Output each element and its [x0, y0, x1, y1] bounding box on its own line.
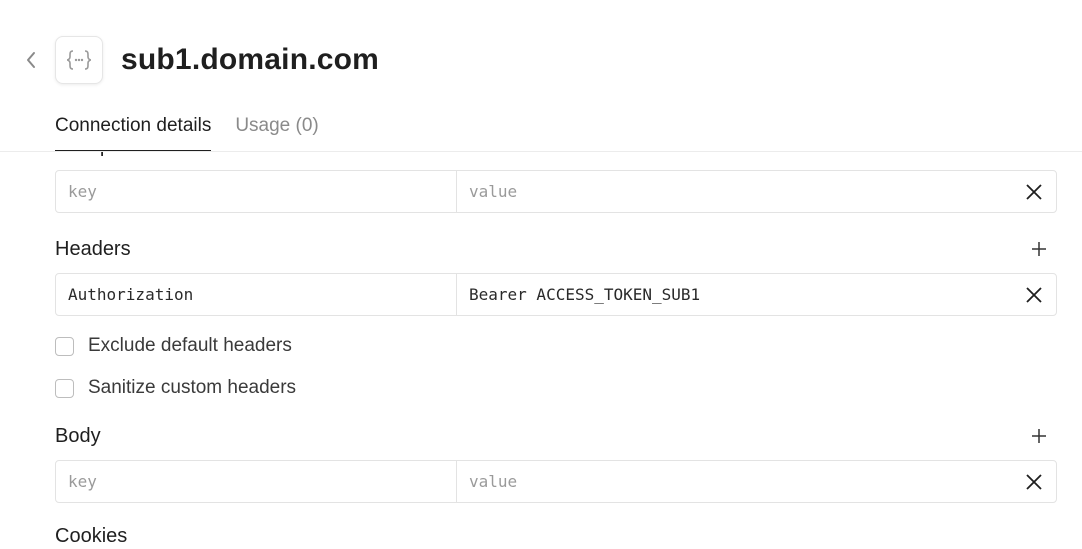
add-body-field-button[interactable]	[1029, 426, 1049, 446]
api-braces-icon	[66, 50, 92, 70]
url-parameter-row: key value	[55, 170, 1057, 213]
remove-header-button[interactable]	[1012, 274, 1056, 315]
page-header: sub1.domain.com Connection details Usage…	[0, 0, 1082, 152]
sanitize-custom-headers-option[interactable]: Sanitize custom headers	[55, 377, 296, 399]
remove-url-parameter-button[interactable]	[1012, 171, 1056, 212]
chevron-left-icon	[27, 52, 35, 68]
header-divider	[0, 151, 1082, 152]
sanitize-custom-headers-label: Sanitize custom headers	[88, 377, 297, 398]
api-icon-tile	[55, 36, 103, 84]
sanitize-custom-headers-checkbox[interactable]	[55, 378, 74, 398]
plus-icon	[1032, 429, 1046, 443]
remove-body-field-button[interactable]	[1012, 461, 1056, 502]
cookies-title: Cookies	[55, 525, 128, 547]
body-row: key value	[55, 460, 1057, 503]
tab-bar: Connection details Usage (0)	[55, 112, 319, 152]
url-parameter-key-input[interactable]: key	[56, 171, 457, 212]
exclude-default-headers-label: Exclude default headers	[88, 335, 292, 356]
header-value-input[interactable]: Bearer ACCESS_TOKEN_SUB1	[457, 274, 1012, 315]
header-key-input[interactable]: Authorization	[56, 274, 457, 315]
tab-usage[interactable]: Usage (0)	[235, 112, 318, 150]
tab-connection-details[interactable]: Connection details	[55, 112, 212, 152]
back-button[interactable]	[20, 48, 42, 72]
url-parameter-value-input[interactable]: value	[457, 171, 1012, 212]
body-value-input[interactable]: value	[457, 461, 1012, 502]
exclude-default-headers-checkbox[interactable]	[55, 336, 74, 356]
close-icon	[1026, 286, 1042, 303]
headers-title: Headers	[55, 238, 131, 260]
close-icon	[1026, 183, 1042, 200]
body-title: Body	[55, 425, 101, 447]
close-icon	[1026, 473, 1042, 490]
exclude-default-headers-option[interactable]: Exclude default headers	[55, 335, 292, 357]
plus-icon	[1032, 242, 1046, 256]
page-title: sub1.domain.com	[121, 43, 380, 76]
body-key-input[interactable]: key	[56, 461, 457, 502]
header-row: Authorization Bearer ACCESS_TOKEN_SUB1	[55, 273, 1057, 316]
add-header-button[interactable]	[1029, 239, 1049, 259]
